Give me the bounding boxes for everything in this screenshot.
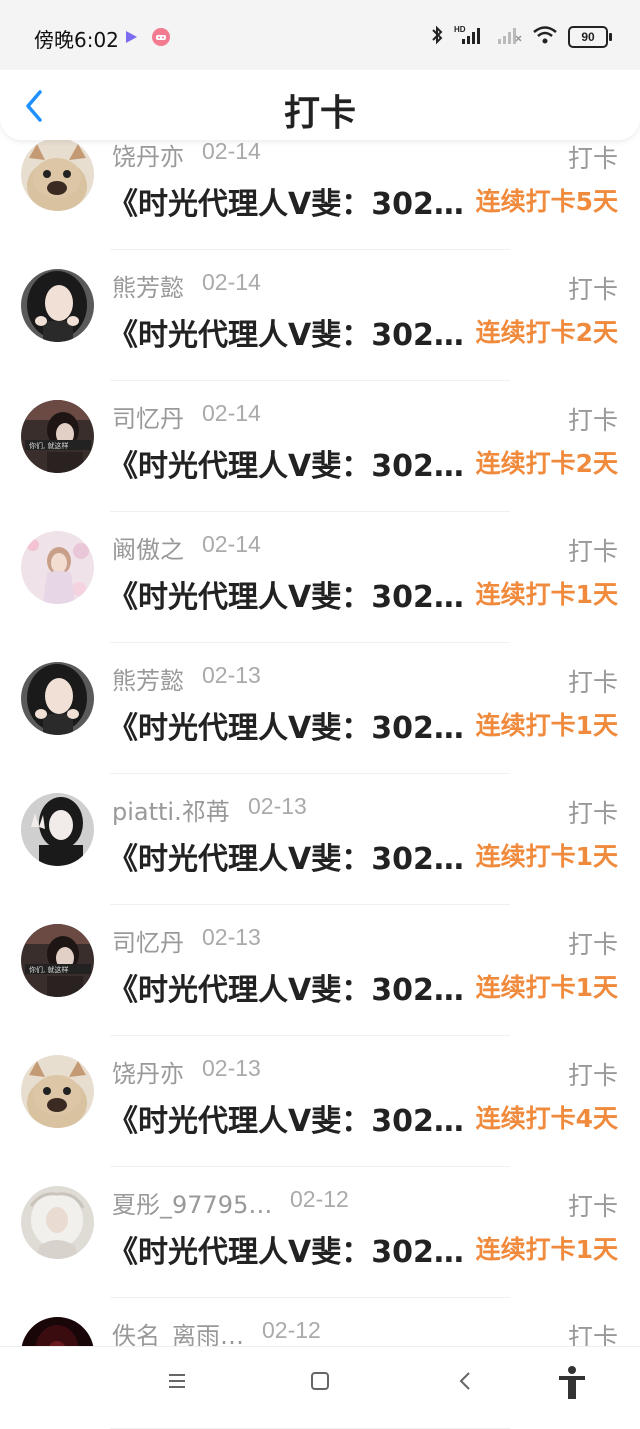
user-name[interactable]: 司忆丹 — [112, 923, 184, 958]
video-app-icon — [124, 29, 138, 48]
system-nav-bar — [0, 1346, 640, 1423]
page-title: 打卡 — [283, 93, 356, 134]
checkin-date: 02-14 — [202, 400, 261, 426]
checkin-date: 02-13 — [202, 924, 261, 950]
battery-indicator: 90 — [568, 26, 612, 48]
checkin-date: 02-13 — [248, 793, 307, 819]
game-app-icon — [151, 27, 171, 51]
user-name[interactable]: 熊芳懿 — [112, 661, 184, 696]
svg-text:你们, 就这样: 你们, 就这样 — [29, 965, 68, 974]
checkin-row[interactable]: piatti.祁苒 02-13 打卡《时光代理人V斐：3029》 连续打卡1天 — [0, 774, 640, 905]
checkin-label: 打卡 — [567, 799, 618, 828]
user-name[interactable]: 阚傲之 — [112, 530, 184, 565]
book-title[interactable]: 《时光代理人V斐：302… — [108, 310, 464, 354]
checkin-row[interactable]: 熊芳懿 02-13 打卡《时光代理人V斐：3029》 连续打卡1天 — [0, 643, 640, 774]
avatar[interactable] — [21, 531, 94, 604]
book-title[interactable]: 《时光代理人V斐：302… — [108, 179, 464, 223]
avatar[interactable] — [21, 1055, 94, 1128]
signal-weak-icon — [496, 24, 522, 50]
checkin-date: 02-14 — [202, 138, 261, 164]
checkin-label: 打卡 — [567, 406, 618, 435]
user-name[interactable]: 夏彤_97795… — [112, 1185, 272, 1220]
streak-badge: 连续打卡4天 — [475, 1104, 618, 1133]
wifi-icon — [532, 24, 558, 50]
streak-badge: 连续打卡1天 — [475, 711, 618, 740]
status-bar: 傍晚6:02 HD 90 — [0, 0, 640, 70]
home-icon[interactable] — [308, 1369, 332, 1397]
checkin-row[interactable]: 熊芳懿 02-14 打卡《时光代理人V斐：302… 连续打卡2天 — [0, 250, 640, 381]
streak-badge: 连续打卡1天 — [475, 973, 618, 1002]
avatar[interactable]: 你们, 就这样 — [21, 924, 94, 997]
book-title[interactable]: 《时光代理人V斐：3029》 — [108, 572, 468, 616]
avatar[interactable] — [21, 138, 94, 211]
book-title[interactable]: 《时光代理人V斐：3029》 — [108, 965, 468, 1009]
accessibility-icon[interactable] — [556, 1365, 588, 1405]
user-name[interactable]: 饶丹亦 — [112, 137, 184, 172]
checkin-date: 02-14 — [202, 531, 261, 557]
app-header: 打卡 — [0, 70, 640, 140]
checkin-list: 饶丹亦 02-14 打卡 《时光代理人V斐：302… 连续打卡5天 熊芳懿 02-14 打卡《… — [0, 119, 640, 1429]
avatar[interactable] — [21, 269, 94, 342]
checkin-date: 02-12 — [290, 1186, 349, 1212]
avatar[interactable] — [21, 662, 94, 735]
bluetooth-icon — [430, 24, 444, 50]
checkin-label: 打卡 — [567, 144, 618, 173]
streak-badge: 连续打卡2天 — [475, 449, 618, 478]
checkin-label: 打卡 — [567, 1192, 618, 1221]
book-title[interactable]: 《时光代理人V斐：3029》 — [108, 1227, 468, 1271]
checkin-row[interactable]: 你们, 就这样 司忆丹 02-13 打卡《时光代理人V斐：3029》 连续打卡1天 — [0, 905, 640, 1036]
checkin-row[interactable]: 你们, 就这样 司忆丹 02-14 打卡《时光代理人V斐：302… 连续打卡2天 — [0, 381, 640, 512]
streak-badge: 连续打卡2天 — [475, 318, 618, 347]
status-icons: HD 90 — [430, 24, 612, 50]
checkin-date: 02-14 — [202, 269, 261, 295]
checkin-date: 02-12 — [262, 1317, 321, 1343]
book-title[interactable]: 《时光代理人V斐：302… — [108, 441, 464, 485]
streak-badge: 连续打卡5天 — [475, 187, 618, 216]
avatar[interactable]: 你们, 就这样 — [21, 400, 94, 473]
streak-badge: 连续打卡1天 — [475, 842, 618, 871]
checkin-label: 打卡 — [567, 668, 618, 697]
checkin-label: 打卡 — [567, 275, 618, 304]
menu-icon[interactable] — [165, 1369, 189, 1397]
streak-badge: 连续打卡1天 — [475, 580, 618, 609]
checkin-date: 02-13 — [202, 662, 261, 688]
checkin-row[interactable]: 夏彤_97795… 02-12 打卡《时光代理人V斐：3029》 连续打卡1天 — [0, 1167, 640, 1298]
svg-text:你们, 就这样: 你们, 就这样 — [29, 441, 68, 450]
user-name[interactable]: 司忆丹 — [112, 399, 184, 434]
user-name[interactable]: piatti.祁苒 — [112, 792, 230, 827]
status-time: 傍晚6:02 — [34, 28, 119, 52]
book-title[interactable]: 《时光代理人V斐：3029》 — [108, 703, 468, 747]
checkin-row[interactable]: 阚傲之 02-14 打卡《时光代理人V斐：3029》 连续打卡1天 — [0, 512, 640, 643]
checkin-row[interactable]: 饶丹亦 02-13 打卡《时光代理人V斐：302… 连续打卡4天 — [0, 1036, 640, 1167]
checkin-label: 打卡 — [567, 1061, 618, 1090]
user-name[interactable]: 饶丹亦 — [112, 1054, 184, 1089]
svg-text:HD: HD — [454, 25, 466, 34]
signal-hd-icon: HD — [454, 24, 486, 50]
avatar[interactable] — [21, 793, 94, 866]
checkin-date: 02-13 — [202, 1055, 261, 1081]
checkin-label: 打卡 — [567, 930, 618, 959]
checkin-label: 打卡 — [567, 537, 618, 566]
book-title[interactable]: 《时光代理人V斐：302… — [108, 1096, 464, 1140]
user-name[interactable]: 熊芳懿 — [112, 268, 184, 303]
streak-badge: 连续打卡1天 — [475, 1235, 618, 1264]
book-title[interactable]: 《时光代理人V斐：3029》 — [108, 834, 468, 878]
back-icon[interactable] — [454, 1369, 478, 1397]
avatar[interactable] — [21, 1186, 94, 1259]
